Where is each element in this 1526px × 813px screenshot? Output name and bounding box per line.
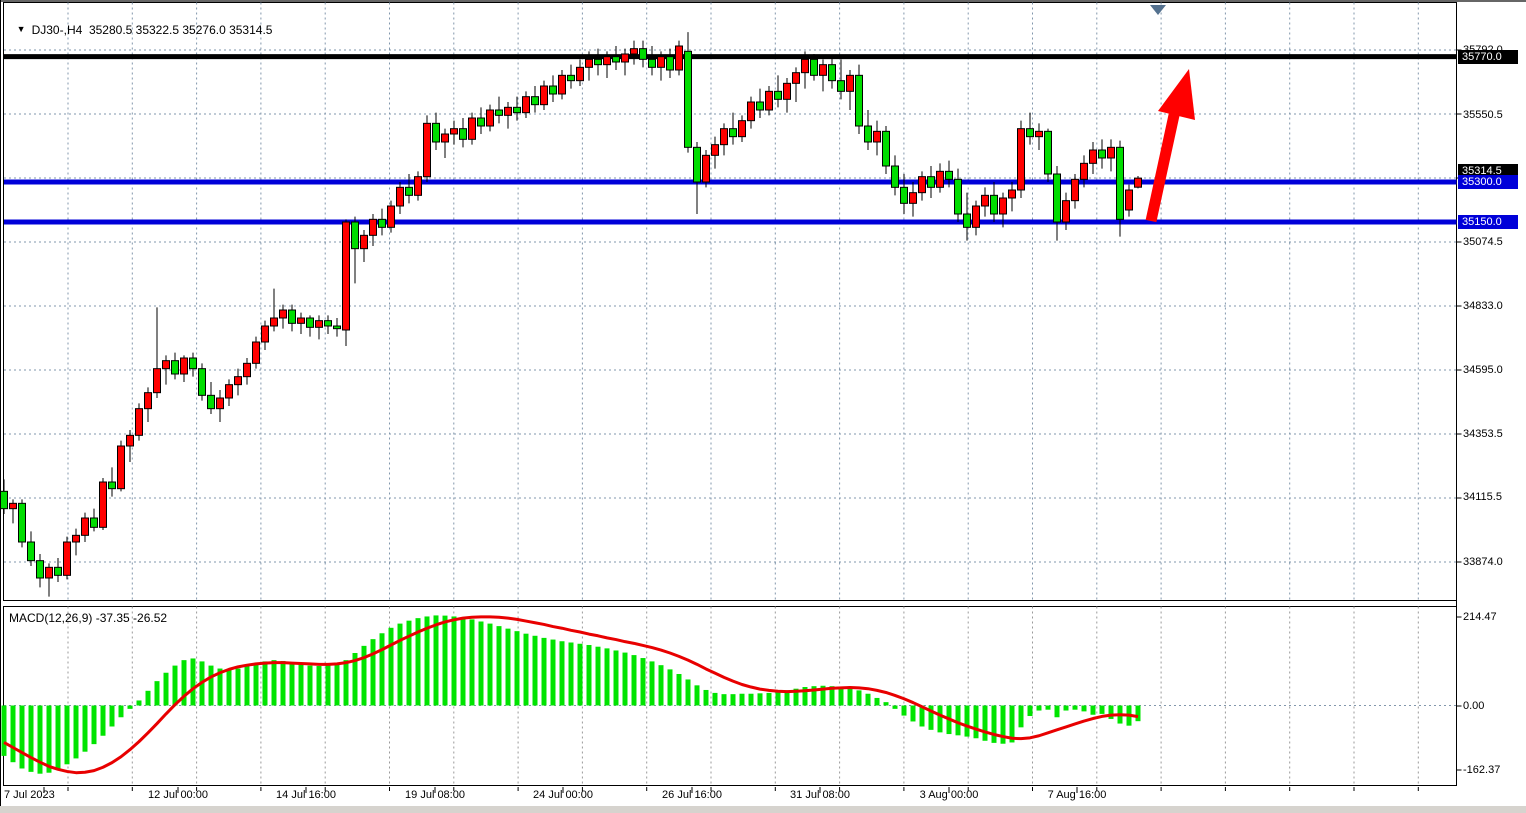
chart-title-ohlc: DJ30-,H4 35280.5 35322.5 35276.0 35314.5 <box>32 23 273 37</box>
price-badge-35150.0: 35150.0 <box>1458 215 1518 229</box>
price-axis-label: 34595.0 <box>1463 365 1503 376</box>
price-axis-label: 34833.0 <box>1463 301 1503 312</box>
time-axis-label: 19 Jul 08:00 <box>405 789 465 801</box>
price-axis-label: 35550.5 <box>1463 110 1503 121</box>
macd-axis-label: 214.47 <box>1463 612 1497 623</box>
symbol-dropdown-icon[interactable]: ▼ <box>17 24 26 34</box>
price-axis-label: 34115.5 <box>1463 492 1502 503</box>
time-axis-label: 14 Jul 16:00 <box>276 789 336 801</box>
time-axis-label: 7 Aug 16:00 <box>1048 789 1107 801</box>
time-axis-label: 3 Aug 00:00 <box>920 789 979 801</box>
time-scale[interactable] <box>0 787 1456 805</box>
time-axis-label: 31 Jul 08:00 <box>790 789 850 801</box>
chart-header: ▼ DJ30-,H4 35280.5 35322.5 35276.0 35314.… <box>10 9 272 37</box>
window-bottom-strip <box>0 806 1526 813</box>
time-axis-label: 26 Jul 16:00 <box>662 789 722 801</box>
macd-axis-label: 0.00 <box>1463 701 1484 712</box>
time-axis-label: 12 Jul 00:00 <box>148 789 208 801</box>
price-axis-label: 33874.0 <box>1463 557 1503 568</box>
chart-window: { "header": { "symbol": "DJ30-", "timefr… <box>0 0 1526 813</box>
macd-axis-label: -162.37 <box>1463 765 1500 776</box>
time-axis-label: 24 Jul 00:00 <box>533 789 593 801</box>
price-axis-label: 35074.5 <box>1463 237 1503 248</box>
price-badge-35300.0: 35300.0 <box>1458 175 1518 189</box>
macd-indicator-label: MACD(12,26,9) -37.35 -26.52 <box>9 611 167 625</box>
time-axis-label: 7 Jul 2023 <box>4 789 55 801</box>
price-axis-label: 34353.5 <box>1463 429 1503 440</box>
main-chart-panel[interactable] <box>4 3 1456 600</box>
price-badge-35770.0: 35770.0 <box>1458 50 1518 64</box>
macd-panel[interactable] <box>4 607 1456 785</box>
